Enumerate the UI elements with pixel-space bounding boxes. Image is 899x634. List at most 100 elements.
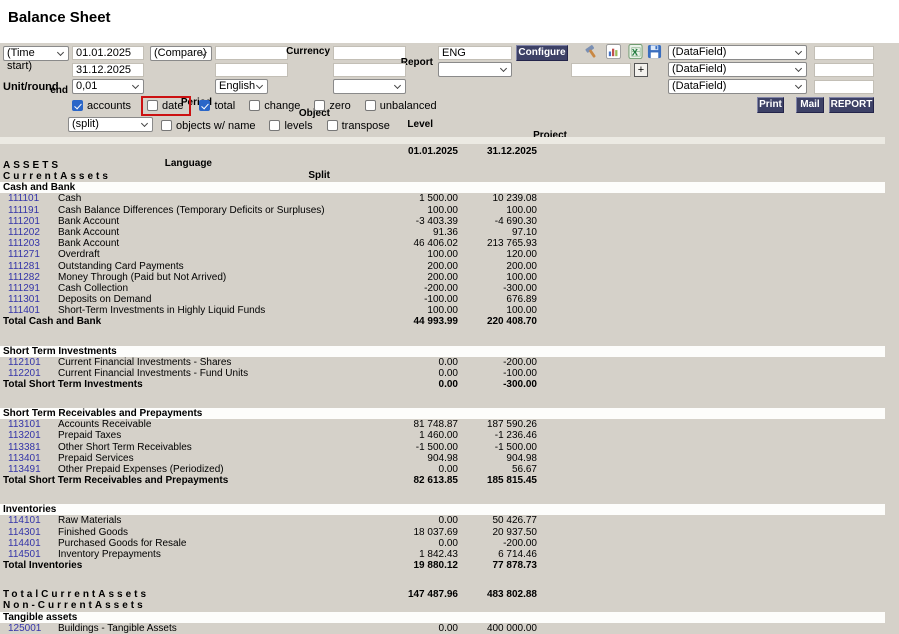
- start-date-input[interactable]: [72, 46, 144, 60]
- unit-round-select[interactable]: 0,01: [72, 79, 144, 94]
- account-row: 112101 Current Financial Investments - Sh…: [0, 357, 885, 368]
- value-end-period: 213 765.93: [462, 238, 537, 249]
- datafield-select-2[interactable]: (DataField): [668, 62, 807, 77]
- chevron-down-icon: [394, 82, 401, 89]
- account-name: Money Through (Paid but Not Arrived): [58, 272, 226, 283]
- account-row: 111201Bank Account-3 403.39-4 690.30: [0, 216, 885, 227]
- total-checkbox[interactable]: [199, 100, 210, 111]
- account-code-link[interactable]: 112101: [8, 357, 41, 368]
- value-start-period: -1 500.00: [330, 442, 458, 453]
- account-code-link[interactable]: 114401: [8, 538, 41, 549]
- account-code-link[interactable]: 113201: [8, 430, 41, 441]
- account-code-link[interactable]: 113381: [8, 442, 41, 453]
- account-name: Buildings - Tangible Assets: [58, 623, 177, 634]
- account-code-link[interactable]: 111301: [8, 294, 40, 305]
- account-code-link[interactable]: 113101: [8, 419, 41, 430]
- value-start-period: 19 880.12: [330, 560, 458, 571]
- account-code-link[interactable]: 112201: [8, 368, 41, 379]
- language-select[interactable]: English: [215, 79, 268, 94]
- excel-icon[interactable]: X: [628, 44, 643, 59]
- datafield-value-2[interactable]: [814, 63, 874, 77]
- value-start-period: 100.00: [330, 205, 458, 216]
- account-code-link[interactable]: 113491: [8, 464, 41, 475]
- accounts-checkbox[interactable]: [72, 100, 83, 111]
- account-row: 111191 Cash Balance Differences (Temporar…: [0, 205, 885, 216]
- report-section-header: Short Term Investments: [0, 346, 885, 357]
- value-end-period: 120.00: [462, 249, 537, 260]
- value-start-period: 46 406.02: [330, 238, 458, 249]
- level-select[interactable]: [438, 62, 512, 77]
- account-code-link[interactable]: 111401: [8, 305, 40, 316]
- account-code-link[interactable]: 111101: [8, 193, 39, 204]
- value-start-period: 147 487.96: [330, 589, 458, 600]
- report-button[interactable]: REPORT: [829, 97, 874, 113]
- account-row: 114501Inventory Prepayments1 842.436 714…: [0, 549, 885, 560]
- checkbox-item: accounts: [72, 100, 131, 112]
- compare-select[interactable]: (Compare): [150, 46, 212, 61]
- account-code-link[interactable]: 111271: [8, 249, 40, 260]
- object-input[interactable]: [333, 63, 406, 77]
- tools-icon[interactable]: [584, 44, 599, 59]
- report-group-heading: Non-CurrentAssets: [0, 600, 885, 611]
- value-end-period: 676.89: [462, 294, 537, 305]
- value-end-period: 904.98: [462, 453, 537, 464]
- datafield-value-1[interactable]: [814, 46, 874, 60]
- unbalanced-checkbox[interactable]: [365, 100, 376, 111]
- account-name: Cash Balance Differences (Temporary Defi…: [58, 205, 325, 216]
- date-checkbox[interactable]: [147, 100, 158, 111]
- account-row: 111291Cash Collection-200.00-300.00: [0, 283, 885, 294]
- checkbox-item: transpose: [327, 120, 390, 132]
- datafield-select-3[interactable]: (DataField): [668, 79, 807, 94]
- total-row: Total Short Term Investments0.00-300.00: [0, 379, 885, 390]
- account-row: 111271Overdraft100.00120.00: [0, 249, 885, 260]
- group-total-row: TotalCurrentAssets147 487.96483 802.88: [0, 589, 885, 600]
- account-code-link[interactable]: 111201: [8, 216, 40, 227]
- value-end-period: 100.00: [462, 272, 537, 283]
- account-code-link[interactable]: 114301: [8, 527, 41, 538]
- currency-label: Currency: [252, 46, 330, 57]
- account-code-link[interactable]: 111281: [8, 261, 40, 272]
- zero-checkbox[interactable]: [314, 100, 325, 111]
- transpose-checkbox[interactable]: [327, 120, 338, 131]
- account-code-link[interactable]: 114101: [8, 515, 41, 526]
- end-date-input[interactable]: [72, 63, 144, 77]
- account-code-link[interactable]: 111203: [8, 238, 40, 249]
- time-start-select[interactable]: (Time start): [3, 46, 69, 61]
- datafield-value-3[interactable]: [814, 80, 874, 94]
- project-input[interactable]: [571, 63, 631, 77]
- chart-icon[interactable]: [606, 44, 621, 59]
- account-name: Purchased Goods for Resale: [58, 538, 186, 549]
- save-icon[interactable]: [647, 44, 662, 59]
- mail-button[interactable]: Mail: [796, 97, 824, 113]
- report-code-input[interactable]: [438, 46, 512, 60]
- account-code-link[interactable]: 111291: [8, 283, 40, 294]
- account-row: 114301Finished Goods18 037.6920 937.50: [0, 527, 885, 538]
- report-section-header: Short Term Receivables and Prepayments: [0, 408, 885, 419]
- account-code-link[interactable]: 111282: [8, 272, 40, 283]
- account-row: 111203Bank Account46 406.02213 765.93: [0, 238, 885, 249]
- account-code-link[interactable]: 111191: [8, 205, 39, 216]
- account-name: Deposits on Demand: [58, 294, 151, 305]
- value-end-period: -200.00: [462, 357, 537, 368]
- account-code-link[interactable]: 111202: [8, 227, 40, 238]
- value-start-period: 0.00: [330, 368, 458, 379]
- split-select[interactable]: [333, 79, 406, 94]
- configure-button[interactable]: Configure: [516, 45, 568, 61]
- account-row: 113381Other Short Term Receivables-1 500…: [0, 442, 885, 453]
- value-start-period: 44 993.99: [330, 316, 458, 327]
- datafield-select-1[interactable]: (DataField): [668, 45, 807, 60]
- account-code-link[interactable]: 125001: [8, 623, 41, 634]
- objects-w-name-checkbox[interactable]: [161, 120, 172, 131]
- period-input[interactable]: [215, 63, 288, 77]
- account-name: Current Financial Investments - Fund Uni…: [58, 368, 248, 379]
- chevron-down-icon: [141, 120, 148, 127]
- change-checkbox[interactable]: [249, 100, 260, 111]
- account-code-link[interactable]: 113401: [8, 453, 41, 464]
- levels-checkbox[interactable]: [269, 120, 280, 131]
- print-button[interactable]: Print: [757, 97, 784, 113]
- account-code-link[interactable]: 114501: [8, 549, 41, 560]
- column-header-end-date: 31.12.2025: [462, 144, 537, 160]
- account-name: Current Financial Investments - Shares: [58, 357, 231, 368]
- split-mode-select[interactable]: (split): [68, 117, 153, 132]
- project-add-icon[interactable]: +: [634, 63, 648, 77]
